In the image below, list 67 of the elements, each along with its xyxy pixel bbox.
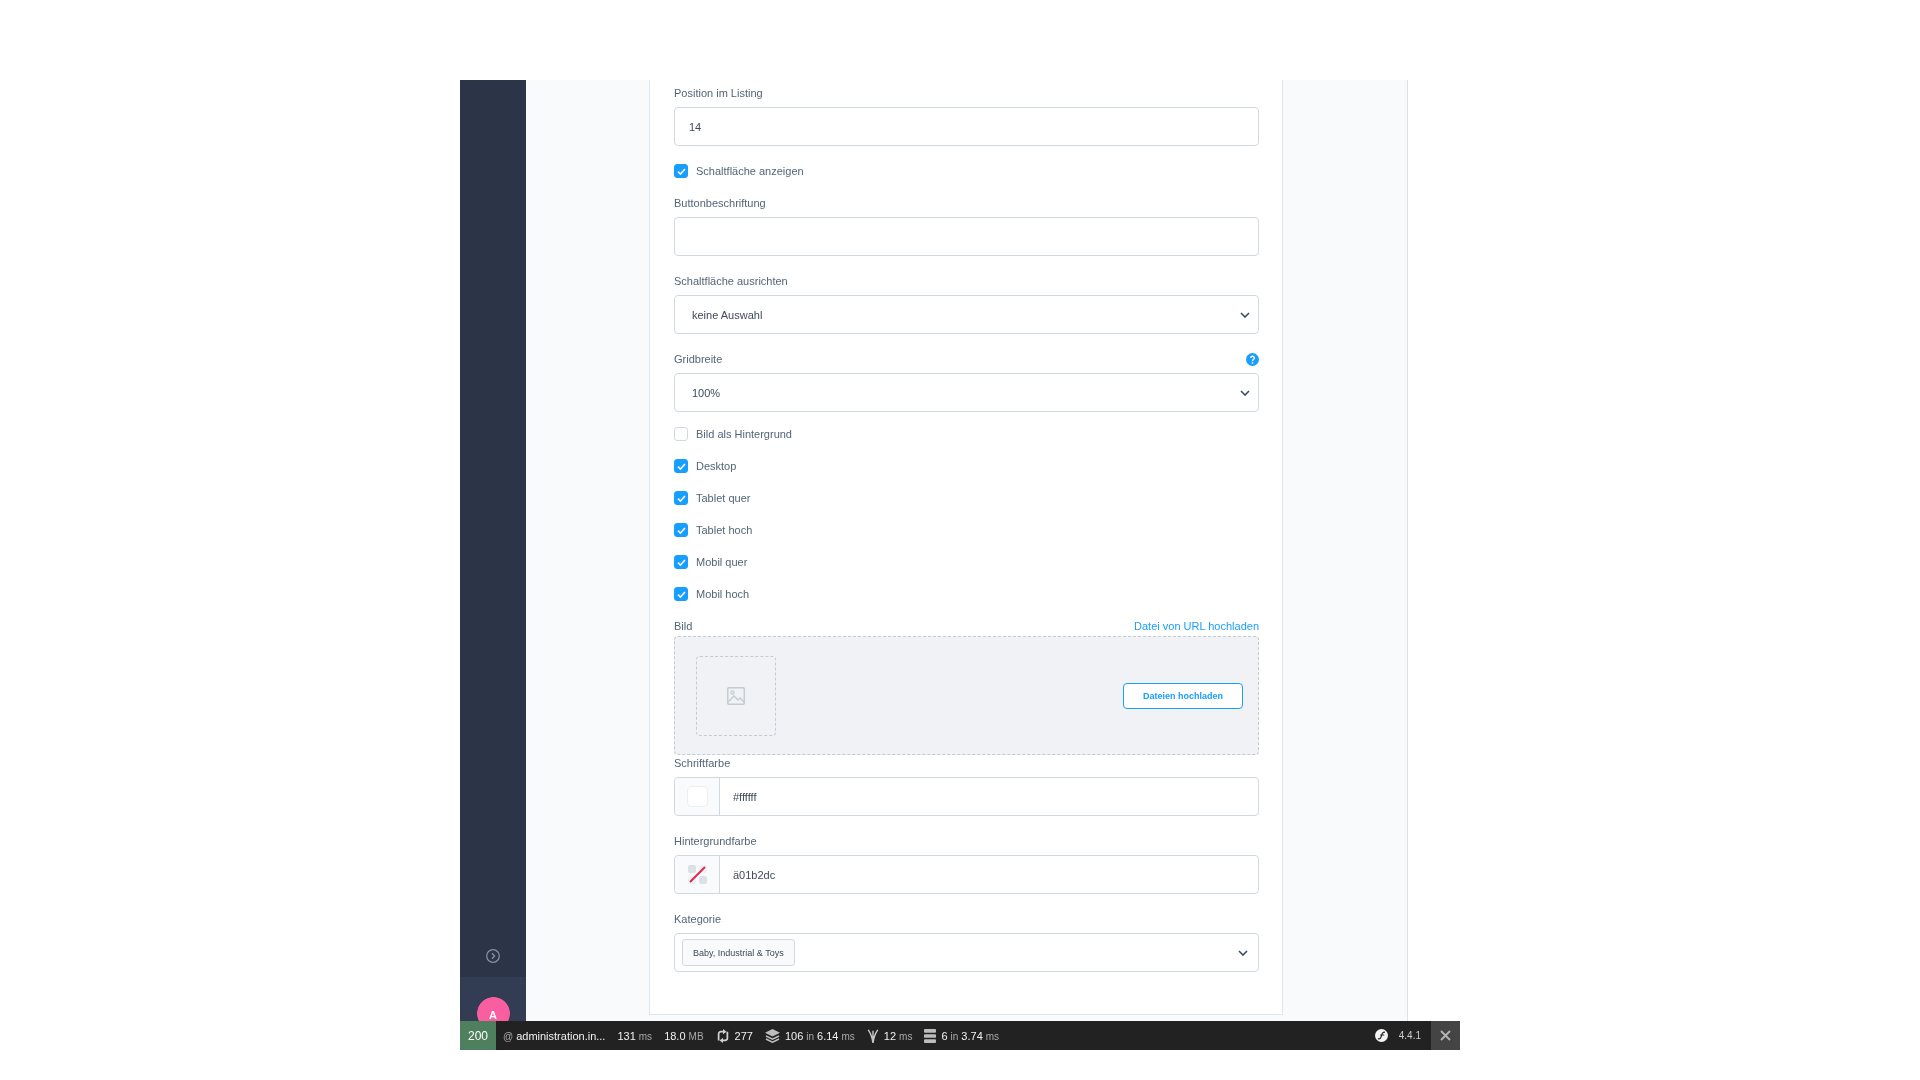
metric-label: ms xyxy=(899,1030,913,1042)
chevron-down-icon xyxy=(1238,949,1248,956)
metric-value: 131 xyxy=(617,1029,636,1042)
metric-label: in xyxy=(950,1030,959,1042)
metric-label: ms xyxy=(841,1030,855,1042)
multi-select-field[interactable]: Baby, Industrial & Toys xyxy=(674,933,1259,972)
checkbox-label[interactable]: Mobil quer xyxy=(696,555,748,569)
checkbox[interactable] xyxy=(674,587,688,601)
category-tag[interactable]: Baby, Industrial & Toys xyxy=(682,939,795,966)
field-label: Position im Listing xyxy=(674,86,763,101)
text-input[interactable]: 14 xyxy=(674,107,1259,146)
metric-value: 6.14 xyxy=(817,1029,839,1042)
check-icon xyxy=(676,462,686,470)
metric-value: 6 xyxy=(941,1029,948,1042)
check-icon xyxy=(676,526,686,534)
metric-label: ms xyxy=(638,1030,653,1042)
image-icon xyxy=(727,686,745,705)
metric-value: 18.0 xyxy=(664,1029,686,1042)
chevron-down-icon xyxy=(1240,311,1250,318)
chevron-down-icon xyxy=(1240,389,1250,396)
server-icon xyxy=(924,1028,937,1043)
select-field[interactable]: 100% xyxy=(674,373,1259,412)
check-icon xyxy=(676,590,686,598)
metric-value: 3.74 xyxy=(961,1029,983,1042)
metric-value: 106 xyxy=(784,1029,804,1042)
checkbox[interactable] xyxy=(674,555,688,569)
check-icon xyxy=(676,494,686,502)
color-input[interactable]: #ffffff xyxy=(674,777,1259,816)
checkbox[interactable] xyxy=(674,164,688,178)
metric-label: ms xyxy=(985,1030,1000,1042)
field-label: Schriftfarbe xyxy=(674,756,731,771)
metric-label: @ xyxy=(503,1030,514,1042)
checkbox-label[interactable]: Desktop xyxy=(696,459,737,473)
checkbox-label[interactable]: Schaltfläche anzeigen xyxy=(696,164,804,178)
metric-value: 12 xyxy=(883,1029,897,1042)
metric-value: 277 xyxy=(734,1029,753,1042)
close-button[interactable] xyxy=(1431,1021,1460,1050)
checkbox-label[interactable]: Tablet hoch xyxy=(696,523,753,537)
field-label: Schaltfläche ausrichten xyxy=(674,274,788,289)
checkbox[interactable] xyxy=(674,491,688,505)
layers-icon xyxy=(764,1028,780,1043)
checkbox-label[interactable]: Bild als Hintergrund xyxy=(696,427,792,441)
text-input[interactable] xyxy=(674,217,1259,256)
sync-icon xyxy=(715,1028,730,1043)
metric-label: MB xyxy=(688,1030,704,1042)
field-label: Gridbreite xyxy=(674,352,723,367)
field-label: Bild xyxy=(674,619,693,634)
field-label: Hintergrundfarbe xyxy=(674,834,757,849)
select-field[interactable]: keine Auswahl xyxy=(674,295,1259,334)
no-color-icon xyxy=(687,865,707,884)
metric-value: administration.in... xyxy=(516,1029,606,1042)
close-icon xyxy=(1440,1030,1451,1041)
logo-icon xyxy=(1374,1029,1388,1042)
check-icon xyxy=(676,167,686,175)
checkbox[interactable] xyxy=(674,523,688,537)
field-label: Kategorie xyxy=(674,912,722,927)
check-icon xyxy=(676,558,686,566)
chevron-circle-icon[interactable] xyxy=(486,949,500,963)
metric-label: in xyxy=(806,1030,815,1042)
branch-icon xyxy=(866,1028,879,1043)
version-text: 4.4.1 xyxy=(1398,1030,1421,1041)
checkbox-label[interactable]: Mobil hoch xyxy=(696,587,750,601)
checkbox[interactable] xyxy=(674,459,688,473)
checkbox-label[interactable]: Tablet quer xyxy=(696,491,751,505)
field-label: Buttonbeschriftung xyxy=(674,196,766,211)
status-code: 200 xyxy=(460,1021,496,1050)
color-input[interactable]: ä01b2dc xyxy=(674,855,1259,894)
